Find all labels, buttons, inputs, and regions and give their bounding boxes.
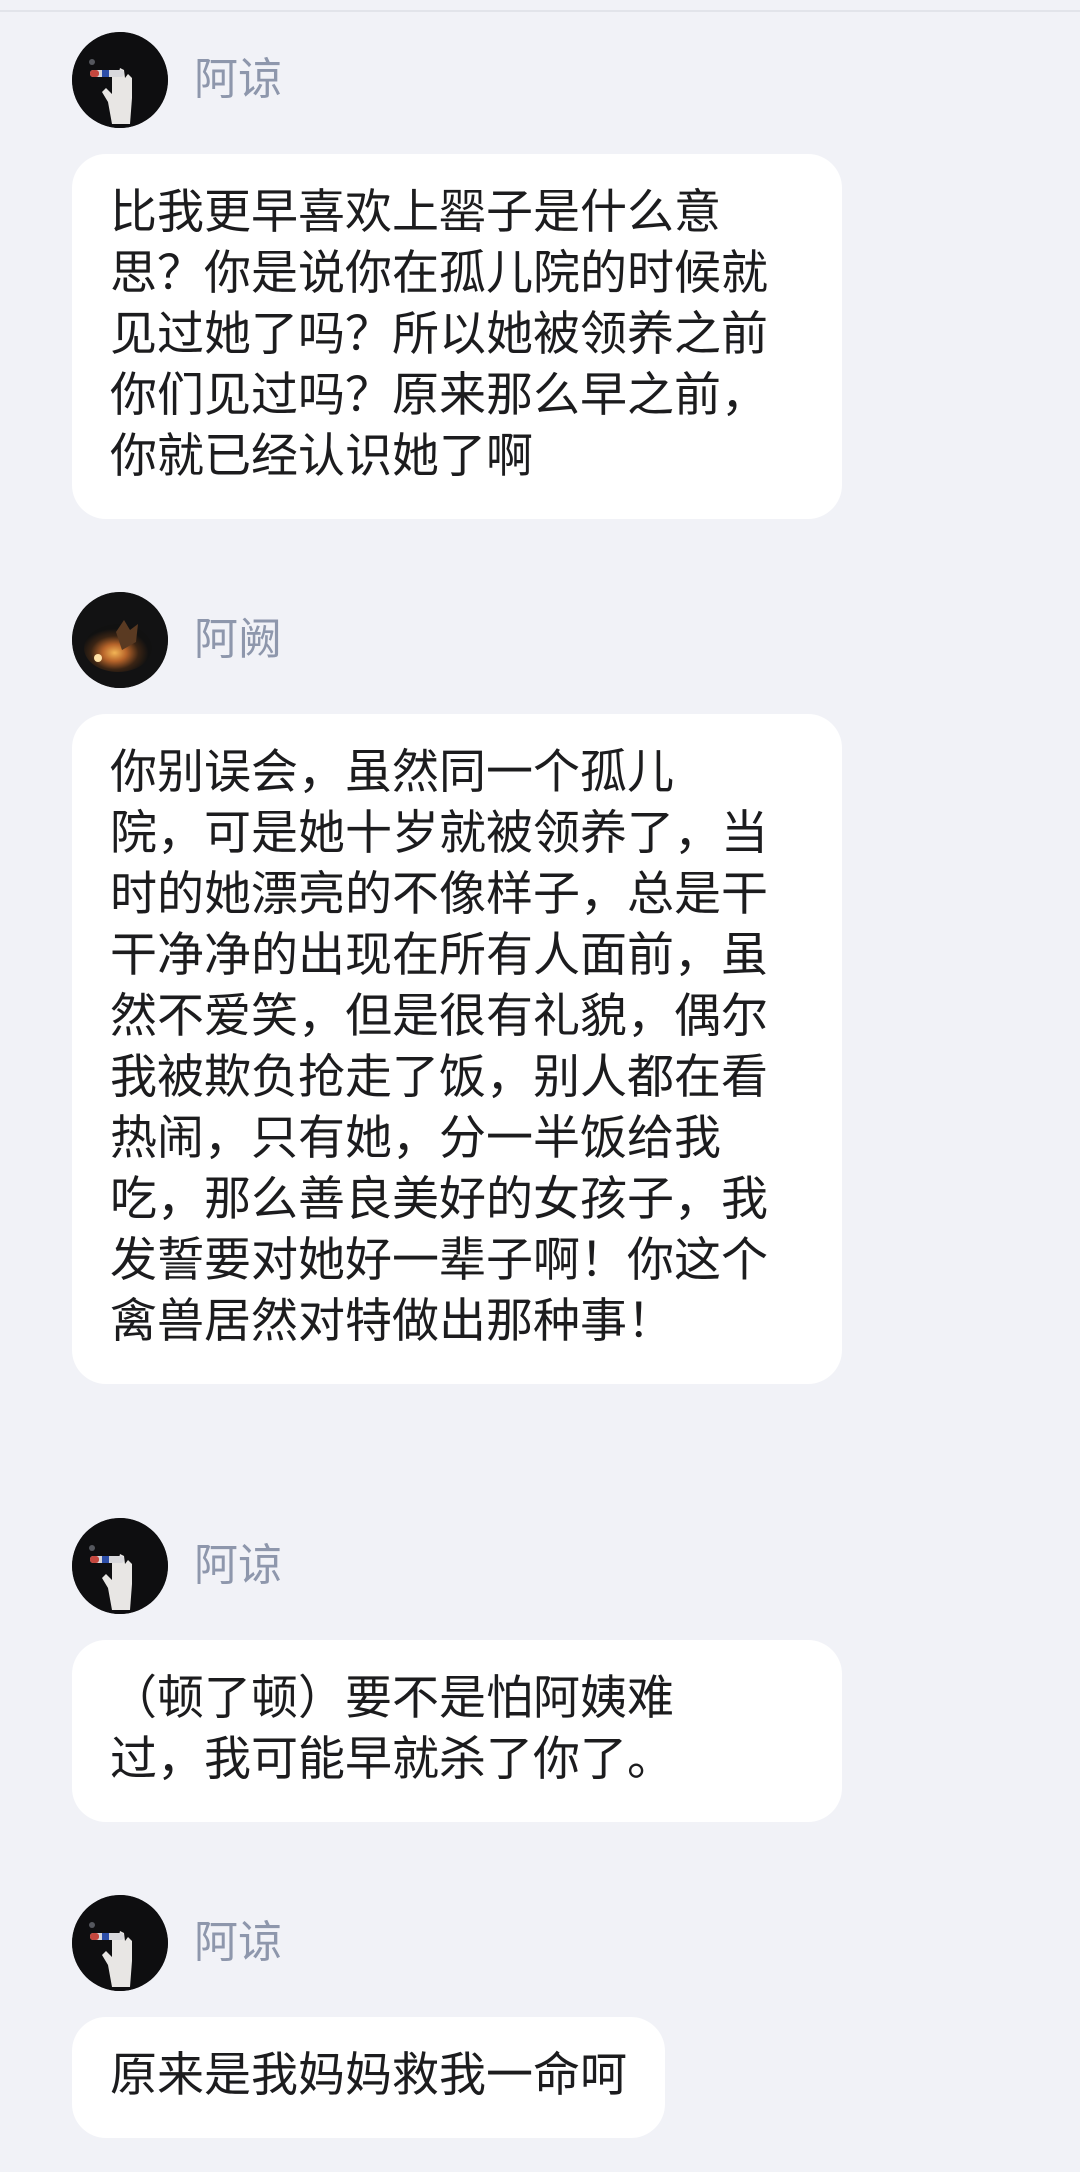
sender-name: 阿谅 [194,1917,282,1968]
message-bubble[interactable]: 原来是我妈妈救我一命呵 [72,2017,665,2138]
sender-name: 阿阙 [194,614,282,665]
message-bubble[interactable]: 你别误会，虽然同一个孤儿 院，可是她十岁就被领养了，当时的她漂亮的不像样子，总是… [72,714,842,1384]
avatar-fire-icon[interactable] [72,592,168,688]
avatar-hand-icon[interactable] [72,1895,168,1991]
message-bubble[interactable]: （顿了顿）要不是怕阿姨难 过，我可能早就杀了你了。 [72,1640,842,1822]
sender-name: 阿谅 [194,1540,282,1591]
message-bubble[interactable]: 比我更早喜欢上罂子是什么意思？你是说你在孤儿院的时候就见过她了吗？所以她被领养之… [72,154,842,519]
top-divider [0,10,1080,12]
avatar-hand-icon[interactable] [72,32,168,128]
avatar-hand-icon[interactable] [72,1518,168,1614]
sender-name: 阿谅 [194,54,282,105]
